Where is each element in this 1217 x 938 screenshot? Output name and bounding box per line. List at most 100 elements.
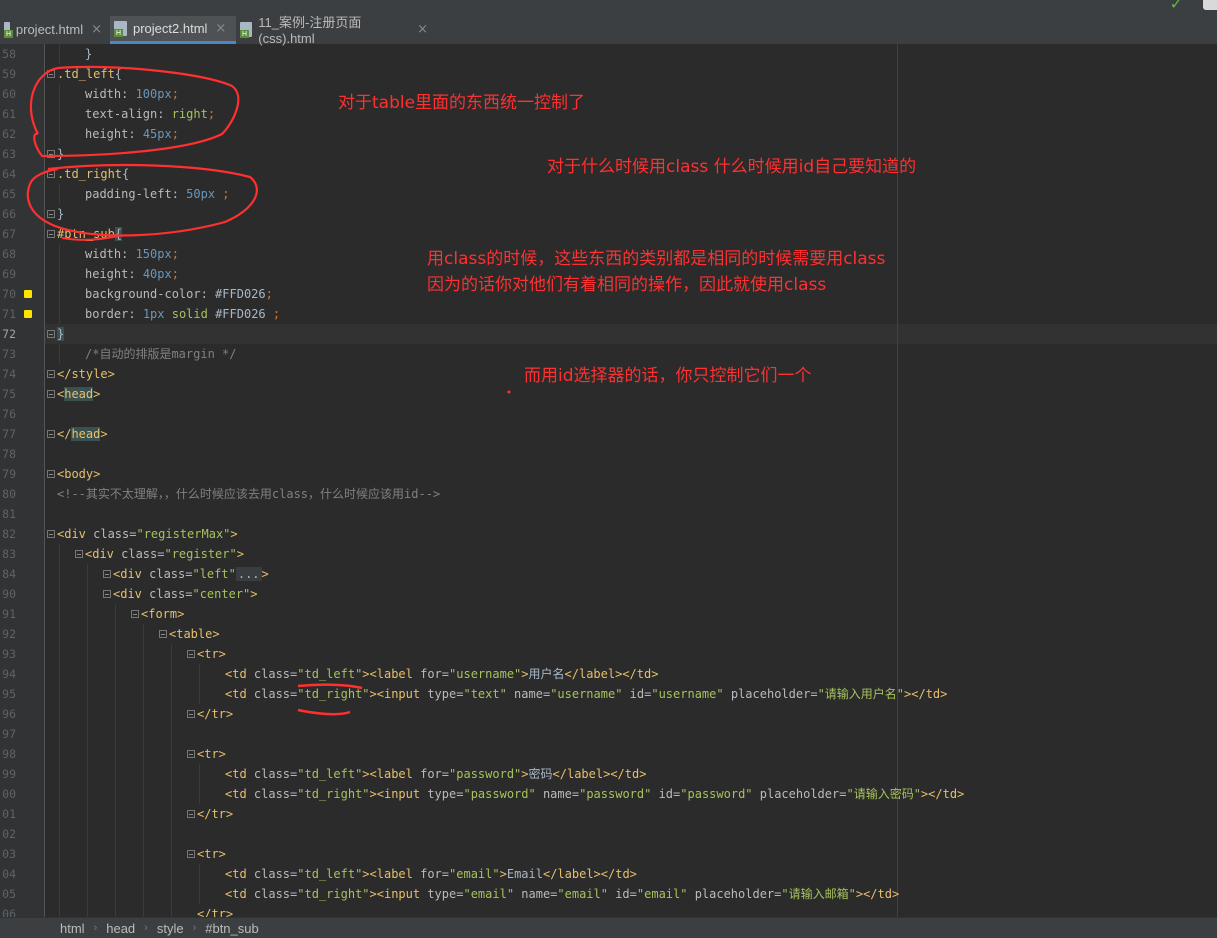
breadcrumb-item-btn-sub[interactable]: #btn_sub [205, 921, 259, 936]
code-token: id [629, 687, 645, 701]
code-token: > [499, 867, 507, 881]
code-line[interactable]: 97 [0, 724, 1217, 744]
indent-guide [143, 764, 144, 784]
code-text: padding-left: 50px ; [85, 184, 230, 204]
code-line[interactable]: 81 [0, 504, 1217, 524]
breadcrumb-item-style[interactable]: style [157, 921, 184, 936]
code-line[interactable]: 82 <div class="registerMax"> [0, 524, 1217, 544]
code-line[interactable]: 93 <tr> [0, 644, 1217, 664]
code-text: </style> [57, 364, 115, 384]
fold-toggle-icon[interactable] [47, 390, 55, 398]
close-icon[interactable]: × [417, 22, 428, 37]
fold-toggle-icon[interactable] [47, 230, 55, 238]
fold-toggle-icon[interactable] [187, 810, 195, 818]
fold-toggle-icon[interactable] [159, 630, 167, 638]
code-line[interactable]: 83 <div class="register"> [0, 544, 1217, 564]
code-token: <td [225, 767, 254, 781]
code-line[interactable]: 05 <td class="td_right"><input type="emai… [0, 884, 1217, 904]
fold-toggle-icon[interactable] [75, 550, 83, 558]
fold-toggle-icon[interactable] [103, 570, 111, 578]
line-number: 62 [2, 127, 16, 141]
breadcrumb-item-head[interactable]: head [106, 921, 135, 936]
code-line[interactable]: 76 [0, 404, 1217, 424]
code-line[interactable]: 80 <!--其实不太理解，，什么时候应该去用class，什么时候应该用id--> [0, 484, 1217, 504]
code-line[interactable]: 78 [0, 444, 1217, 464]
fold-toggle-icon[interactable] [47, 330, 55, 338]
code-line[interactable]: 04 <td class="td_left"><label for="email"… [0, 864, 1217, 884]
code-token: "请输入密码" [846, 787, 921, 801]
code-line[interactable]: 02 [0, 824, 1217, 844]
tab-registration-page[interactable]: 11_案例-注册页面(css).html × [236, 15, 436, 46]
fold-toggle-icon[interactable] [131, 610, 139, 618]
code-line[interactable]: 92 <table> [0, 624, 1217, 644]
code-line[interactable]: 90 <div class="center"> [0, 584, 1217, 604]
color-swatch-marker[interactable] [24, 290, 32, 298]
code-line[interactable]: 60 width: 100px; [0, 84, 1217, 104]
chevron-right-icon: › [144, 922, 148, 934]
code-line[interactable]: 79 <body> [0, 464, 1217, 484]
fold-toggle-icon[interactable] [47, 470, 55, 478]
code-line[interactable]: 94 <td class="td_left"><label for="userna… [0, 664, 1217, 684]
code-text: height: 40px; [85, 264, 179, 284]
code-text: } [57, 144, 64, 164]
code-line[interactable]: 96 </tr> [0, 704, 1217, 724]
code-line[interactable]: 58} [0, 44, 1217, 64]
code-editor[interactable]: 58} 59 .td_left{60 width: 100px; 61 text-alig… [0, 44, 1217, 917]
fold-toggle-icon[interactable] [187, 650, 195, 658]
breadcrumb-item-html[interactable]: html [60, 921, 85, 936]
code-token: <input [376, 787, 428, 801]
tab-project2-html[interactable]: project2.html × [110, 16, 236, 44]
fold-toggle-icon[interactable] [47, 370, 55, 378]
color-swatch-marker[interactable] [24, 310, 32, 318]
code-line[interactable]: 00 <td class="td_right"><input type="pass… [0, 784, 1217, 804]
code-line[interactable]: 73 /*自动的排版是margin */ [0, 344, 1217, 364]
indent-guide [143, 704, 144, 724]
code-line[interactable]: 67 #btn_sub{ [0, 224, 1217, 244]
code-line[interactable]: 84 <div class="left"... > [0, 564, 1217, 584]
check-icon[interactable]: ✓ [1170, 0, 1183, 13]
line-number: 63 [2, 147, 16, 161]
code-line[interactable]: 01 </tr> [0, 804, 1217, 824]
line-number: 00 [2, 787, 16, 801]
fold-toggle-icon[interactable] [187, 850, 195, 858]
fold-toggle-icon[interactable] [187, 710, 195, 718]
code-line[interactable]: 95 <td class="td_right"><input type="text… [0, 684, 1217, 704]
fold-toggle-icon[interactable] [103, 590, 111, 598]
code-line[interactable]: 66} [0, 204, 1217, 224]
close-icon[interactable]: × [91, 22, 102, 37]
code-line[interactable]: 72} [0, 324, 1217, 344]
code-line[interactable]: 98 <tr> [0, 744, 1217, 764]
annotation-note-1: 对于table里面的东西统一控制了 [338, 93, 586, 113]
line-number: 68 [2, 247, 16, 261]
fold-toggle-icon[interactable] [47, 70, 55, 78]
code-line[interactable]: 77 </head> [0, 424, 1217, 444]
code-token: > [236, 547, 244, 561]
fold-toggle-icon[interactable] [47, 170, 55, 178]
code-token: = [441, 867, 450, 881]
code-token: <div [113, 587, 150, 601]
line-number: 92 [2, 627, 16, 641]
code-line[interactable]: 91 <form> [0, 604, 1217, 624]
code-line[interactable]: 59 .td_left{ [0, 64, 1217, 84]
line-number: 65 [2, 187, 16, 201]
code-line[interactable]: 65 padding-left: 50px ; [0, 184, 1217, 204]
code-line[interactable]: 99 <td class="td_left"><label for="passwo… [0, 764, 1217, 784]
code-line[interactable]: 61 text-align: right; [0, 104, 1217, 124]
code-line[interactable]: 71 border: 1px solid #FFD026 ; [0, 304, 1217, 324]
code-token: ; [222, 187, 230, 201]
corner-widget[interactable] [1203, 0, 1217, 10]
code-line[interactable]: 06 </tr> [0, 904, 1217, 917]
code-line[interactable]: 62 height: 45px; [0, 124, 1217, 144]
close-icon[interactable]: × [215, 21, 226, 36]
fold-toggle-icon[interactable] [187, 750, 195, 758]
fold-toggle-icon[interactable] [47, 210, 55, 218]
line-number: 93 [2, 647, 16, 661]
fold-toggle-icon[interactable] [47, 430, 55, 438]
fold-toggle-icon[interactable] [47, 530, 55, 538]
fold-toggle-icon[interactable] [47, 150, 55, 158]
code-token: <div [85, 547, 122, 561]
indent-guide [171, 684, 172, 704]
code-token: .td_left [57, 67, 115, 81]
tab-project-html[interactable]: project.html × [0, 16, 110, 42]
code-line[interactable]: 03 <tr> [0, 844, 1217, 864]
